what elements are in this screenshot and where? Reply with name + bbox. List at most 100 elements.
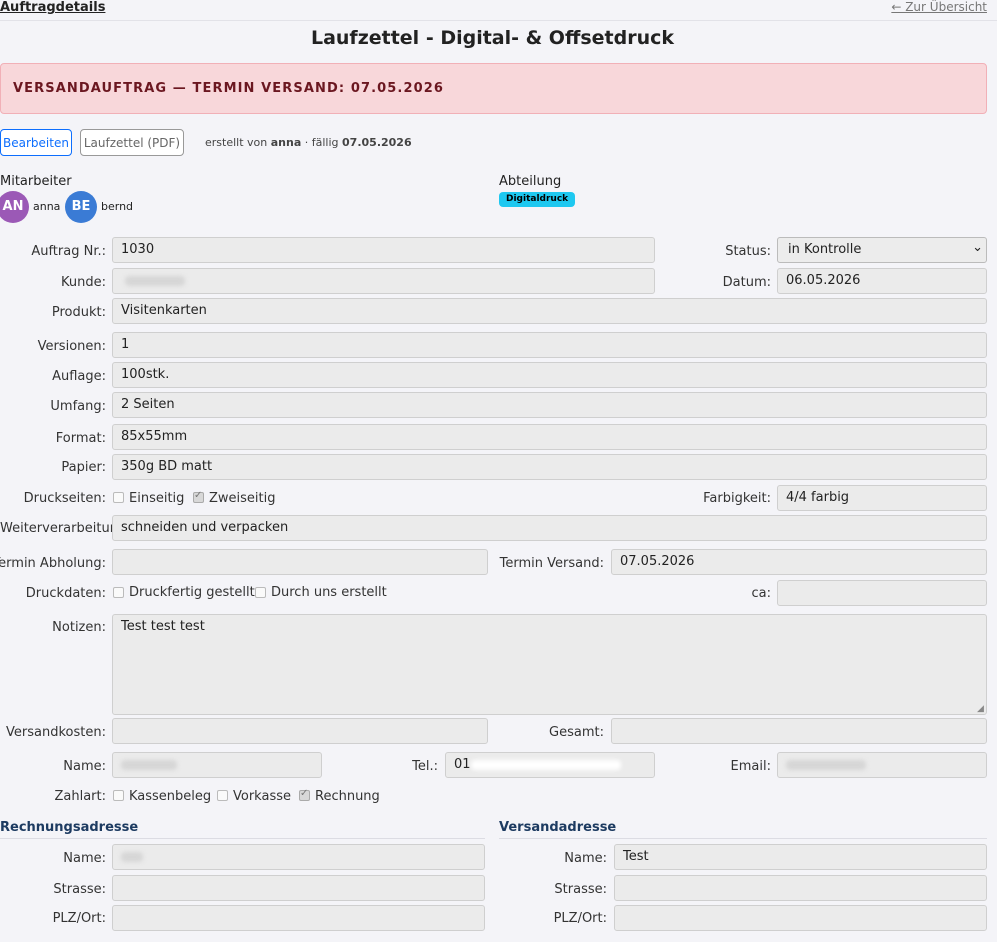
produkt-label: Produkt:: [51, 305, 106, 320]
shipping-strasse-label: Strasse:: [554, 882, 607, 897]
farbigkeit-field[interactable]: 4/4 farbig: [777, 485, 987, 511]
billing-plz-label: PLZ/Ort:: [52, 911, 106, 926]
billing-plz-field[interactable]: [112, 905, 485, 931]
meta-created-prefix: erstellt von: [205, 136, 268, 149]
avatar: AN: [0, 191, 29, 223]
versionen-label: Versionen:: [37, 339, 106, 354]
termin-versand-label: Termin Versand:: [499, 556, 604, 571]
status-value: in Kontrolle: [788, 242, 862, 257]
durch-uns-label: Durch uns erstellt: [271, 585, 387, 600]
meta-due-prefix: · fällig: [304, 136, 339, 149]
kassenbeleg-label: Kassenbeleg: [129, 789, 212, 804]
name-field[interactable]: [112, 752, 322, 778]
format-label: Format:: [55, 431, 106, 446]
meta-due-date: 07.05.2026: [342, 136, 412, 149]
kassenbeleg-checkbox[interactable]: [113, 790, 124, 801]
einseitig-checkbox[interactable]: [113, 492, 124, 503]
status-label: Status:: [725, 244, 771, 259]
staff-name: anna: [33, 200, 61, 213]
shipping-alert: VERSANDAUFTRAG — TERMIN VERSAND: 07.05.2…: [0, 63, 987, 114]
redacted-phone: [470, 759, 621, 770]
durch-uns-checkbox[interactable]: [255, 587, 266, 598]
termin-abholung-field[interactable]: [112, 549, 488, 575]
weiterverarbeitung-label: Weiterverarbeitung:: [0, 521, 131, 536]
druckfertig-label: Druckfertig gestellt: [129, 585, 255, 600]
auftrag-label: Auftrag Nr.:: [31, 244, 106, 259]
einseitig-label: Einseitig: [129, 491, 185, 506]
staff-name: bernd: [101, 200, 134, 213]
termin-versand-field[interactable]: 07.05.2026: [611, 549, 987, 575]
header-divider: [0, 20, 997, 21]
email-field[interactable]: [777, 752, 987, 778]
kunde-field[interactable]: [112, 268, 655, 294]
name-label: Name:: [63, 759, 106, 774]
umfang-label: Umfang:: [50, 399, 106, 414]
druckdaten-label: Druckdaten:: [25, 586, 106, 601]
billing-name-label: Name:: [63, 851, 106, 866]
auftragdetails-link[interactable]: Auftragdetails: [0, 0, 105, 15]
vorkasse-checkbox[interactable]: [217, 790, 228, 801]
shipping-alert-text: VERSANDAUFTRAG — TERMIN VERSAND: 07.05.2…: [13, 81, 445, 96]
versionen-field[interactable]: 1: [112, 332, 987, 358]
druckseiten-label: Druckseiten:: [23, 491, 106, 506]
produkt-field[interactable]: Visitenkarten: [112, 298, 987, 324]
gesamt-label: Gesamt:: [549, 725, 604, 740]
billing-strasse-field[interactable]: [112, 875, 485, 901]
rechnung-label: Rechnung: [315, 789, 380, 804]
termin-abholung-label: Termin Abholung:: [0, 556, 106, 571]
billing-divider: [0, 838, 485, 839]
shipping-strasse-field[interactable]: [614, 875, 987, 901]
department-badge: Digitaldruck: [499, 192, 576, 207]
farbigkeit-label: Farbigkeit:: [703, 491, 771, 506]
weiterverarbeitung-field[interactable]: schneiden und verpacken: [112, 515, 987, 541]
page-title: Laufzettel - Digital- & Offsetdruck: [310, 27, 675, 49]
redacted-email: [786, 759, 866, 770]
auflage-label: Auflage:: [52, 369, 106, 384]
vorkasse-label: Vorkasse: [233, 789, 291, 804]
auftrag-field[interactable]: 1030: [112, 237, 655, 263]
staff-label: Mitarbeiter: [0, 174, 72, 189]
notizen-textarea[interactable]: Test test test: [112, 614, 987, 715]
meta-created-by: anna: [270, 136, 302, 149]
zweiseitig-checkbox[interactable]: [193, 490, 204, 503]
back-to-overview-link[interactable]: ← Zur Übersicht: [891, 0, 987, 14]
chevron-down-icon: ⌄: [972, 240, 983, 255]
shipping-name-label: Name:: [564, 851, 607, 866]
pdf-button[interactable]: Laufzettel (PDF): [80, 129, 184, 156]
ca-label: ca:: [751, 586, 772, 601]
rechnung-checkbox[interactable]: [299, 788, 310, 801]
tel-field[interactable]: 01: [445, 752, 655, 778]
format-field[interactable]: 85x55mm: [112, 424, 987, 450]
shipping-heading: Versandadresse: [499, 820, 617, 835]
versandkosten-field[interactable]: [112, 718, 488, 744]
gesamt-field[interactable]: [611, 718, 987, 744]
edit-button[interactable]: Bearbeiten: [0, 129, 72, 156]
tel-label: Tel.:: [412, 759, 438, 774]
status-select[interactable]: in Kontrolle ⌄: [777, 237, 987, 263]
shipping-plz-label: PLZ/Ort:: [553, 911, 607, 926]
shipping-name-field[interactable]: Test: [614, 844, 987, 870]
umfang-field[interactable]: 2 Seiten: [112, 392, 987, 418]
notizen-label: Notizen:: [52, 620, 106, 635]
redacted-customer: [125, 275, 185, 286]
shipping-plz-field[interactable]: [614, 905, 987, 931]
tel-value: 01: [454, 757, 471, 772]
papier-label: Papier:: [61, 460, 106, 475]
billing-strasse-label: Strasse:: [53, 882, 106, 897]
datum-label: Datum:: [722, 275, 771, 290]
zahlart-label: Zahlart:: [54, 789, 106, 804]
billing-heading: Rechnungsadresse: [0, 820, 139, 835]
avatar: BE: [65, 191, 97, 223]
order-meta: erstellt von anna · fällig 07.05.2026: [205, 136, 412, 149]
email-label: Email:: [730, 759, 771, 774]
resize-handle-icon[interactable]: ◢: [977, 704, 984, 714]
shipping-divider: [499, 838, 987, 839]
papier-field[interactable]: 350g BD matt: [112, 454, 987, 480]
datum-field[interactable]: 06.05.2026: [777, 268, 987, 294]
druckfertig-checkbox[interactable]: [113, 587, 124, 598]
kunde-label: Kunde:: [61, 275, 106, 290]
billing-name-field[interactable]: [112, 844, 485, 870]
versandkosten-label: Versandkosten:: [6, 725, 106, 740]
auflage-field[interactable]: 100stk.: [112, 362, 987, 388]
ca-field[interactable]: [777, 580, 987, 606]
